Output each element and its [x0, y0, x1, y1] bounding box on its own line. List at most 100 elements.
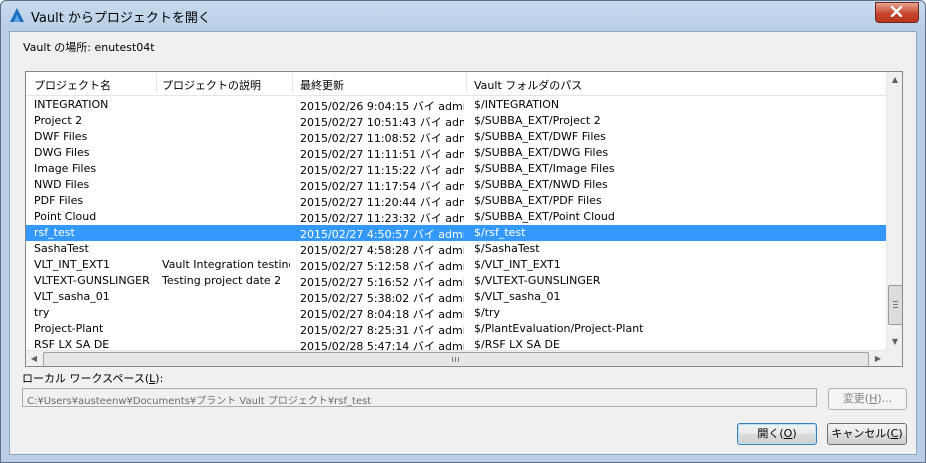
table-row[interactable]: VLTEXT-GUNSLINGER Testing project date 2 2… — [26, 273, 886, 289]
vertical-scrollbar[interactable]: ▲ ▼ — [886, 72, 902, 350]
cell-last-modified: 2015/02/27 4:58:28 バイ admin — [300, 244, 464, 257]
cell-last-modified: 2015/02/27 11:17:54 バイ admin — [300, 180, 464, 193]
cell-vault-path: $/VLT_INT_EXT1 — [474, 258, 561, 271]
column-header-modified[interactable]: 最終更新 — [300, 77, 344, 93]
window-title: Vault からプロジェクトを開く — [31, 11, 211, 26]
cell-vault-path: $/SUBBA_EXT/PDF Files — [474, 194, 602, 207]
cell-vault-path: $/rsf_test — [474, 226, 526, 239]
cell-project-name: Point Cloud — [34, 210, 97, 223]
cell-vault-path: $/SUBBA_EXT/Project 2 — [474, 114, 601, 127]
cancel-button[interactable]: キャンセル(C) — [827, 423, 907, 445]
table-row[interactable]: Point Cloud 2015/02/27 11:23:32 バイ admin $… — [26, 209, 886, 225]
table-row[interactable]: DWG Files 2015/02/27 11:11:51 バイ admin $/S… — [26, 145, 886, 161]
workspace-label-prefix: ローカル ワークスペース( — [22, 372, 150, 385]
cell-last-modified: 2015/02/27 10:51:43 バイ admin — [300, 116, 464, 129]
cell-last-modified: 2015/02/27 11:15:22 バイ admin — [300, 164, 464, 177]
workspace-label-suffix: ): — [155, 372, 164, 385]
cell-last-modified: 2015/02/27 11:08:52 バイ admin — [300, 132, 464, 145]
column-divider[interactable] — [292, 74, 293, 93]
table-row[interactable]: SashaTest 2015/02/27 4:58:28 バイ admin $/Sa… — [26, 241, 886, 257]
scroll-right-arrow-icon[interactable]: ▶ — [870, 351, 886, 366]
cell-project-name: VLTEXT-GUNSLINGER — [34, 274, 150, 287]
scrollbar-corner — [886, 350, 902, 366]
close-icon — [890, 6, 903, 17]
cell-vault-path: $/INTEGRATION — [474, 98, 560, 111]
table-row[interactable]: INTEGRATION 2015/02/26 9:04:15 バイ admin $/… — [26, 97, 886, 113]
cell-vault-path: $/try — [474, 306, 501, 319]
table-row[interactable]: VLT_INT_EXT1 Vault Integration testing 201… — [26, 257, 886, 273]
project-list[interactable]: プロジェクト名 プロジェクトの説明 最終更新 Vault フォルダのパス INT… — [25, 71, 903, 367]
list-header: プロジェクト名 プロジェクトの説明 最終更新 Vault フォルダのパス — [26, 72, 886, 96]
cell-project-name: VLT_INT_EXT1 — [34, 258, 111, 271]
column-header-description[interactable]: プロジェクトの説明 — [162, 77, 261, 93]
dialog-body: Vault の場所: enutest04t プロジェクト名 プロジェクトの説明 … — [9, 31, 917, 455]
cell-vault-path: $/PlantEvaluation/Project-Plant — [474, 322, 644, 335]
cell-last-modified: 2015/02/27 4:50:57 バイ admin — [300, 228, 464, 241]
table-row[interactable]: VLT_sasha_01 2015/02/27 5:38:02 バイ admin $… — [26, 289, 886, 305]
vertical-scroll-thumb[interactable] — [888, 285, 902, 325]
cell-project-description: Testing project date 2 — [162, 274, 282, 287]
table-row[interactable]: rsf_test 2015/02/27 4:50:57 バイ admin $/rsf… — [26, 225, 886, 241]
cell-project-name: INTEGRATION — [34, 98, 109, 111]
change-button-prefix: 変更( — [842, 392, 870, 405]
cell-last-modified: 2015/02/27 5:16:52 バイ admin — [300, 276, 464, 289]
cell-project-name: PDF Files — [34, 194, 84, 207]
cell-project-name: Project-Plant — [34, 322, 104, 335]
close-button[interactable] — [875, 2, 919, 23]
dialog-window: Vault からプロジェクトを開く Vault の場所: enutest04t … — [0, 0, 926, 463]
cell-vault-path: $/SUBBA_EXT/DWF Files — [474, 130, 606, 143]
open-button-prefix: 開く( — [757, 427, 784, 440]
scroll-left-arrow-icon[interactable]: ◀ — [26, 351, 42, 366]
column-divider[interactable] — [466, 74, 467, 93]
column-header-path[interactable]: Vault フォルダのパス — [474, 77, 582, 93]
cell-project-name: DWG Files — [34, 146, 90, 159]
table-row[interactable]: NWD Files 2015/02/27 11:17:54 バイ admin $/S… — [26, 177, 886, 193]
cell-last-modified: 2015/02/27 11:20:44 バイ admin — [300, 196, 464, 209]
cell-last-modified: 2015/02/27 11:11:51 バイ admin — [300, 148, 464, 161]
cell-project-name: Project 2 — [34, 114, 83, 127]
cell-project-name: try — [34, 306, 50, 319]
cell-vault-path: $/VLTEXT-GUNSLINGER — [474, 274, 601, 287]
column-divider[interactable] — [156, 74, 157, 93]
cell-last-modified: 2015/02/27 5:12:58 バイ admin — [300, 260, 464, 273]
autodesk-vault-icon — [9, 7, 25, 23]
cell-vault-path: $/SUBBA_EXT/NWD Files — [474, 178, 608, 191]
cancel-button-suffix: ) — [898, 427, 903, 440]
workspace-path-field[interactable]: C:¥Users¥austeenw¥Documents¥プラント Vault プ… — [22, 388, 817, 407]
scroll-down-arrow-icon[interactable]: ▼ — [887, 334, 902, 350]
cell-project-name: SashaTest — [34, 242, 89, 255]
table-row[interactable]: Project-Plant 2015/02/27 8:25:31 バイ admin… — [26, 321, 886, 337]
cell-project-name: VLT_sasha_01 — [34, 290, 110, 303]
cell-project-name: rsf_test — [34, 226, 75, 239]
vault-location-label: Vault の場所: enutest04t — [23, 41, 155, 54]
change-button-suffix: )... — [877, 392, 893, 405]
cell-vault-path: $/VLT_sasha_01 — [474, 290, 561, 303]
cell-last-modified: 2015/02/27 8:25:31 バイ admin — [300, 324, 464, 337]
title-bar[interactable]: Vault からプロジェクトを開く — [1, 1, 925, 31]
horizontal-scrollbar[interactable]: ◀ ▶ — [26, 350, 886, 366]
horizontal-scroll-thumb[interactable] — [43, 352, 869, 366]
workspace-label: ローカル ワークスペース(L): — [22, 370, 163, 386]
cell-project-name: Image Files — [34, 162, 97, 175]
scroll-up-arrow-icon[interactable]: ▲ — [887, 72, 902, 88]
cell-project-name: DWF Files — [34, 130, 88, 143]
cell-vault-path: $/SUBBA_EXT/Image Files — [474, 162, 615, 175]
open-button-suffix: ) — [792, 427, 797, 440]
cell-vault-path: $/SUBBA_EXT/DWG Files — [474, 146, 609, 159]
table-row[interactable]: PDF Files 2015/02/27 11:20:44 バイ admin $/S… — [26, 193, 886, 209]
cell-vault-path: $/SUBBA_EXT/Point Cloud — [474, 210, 615, 223]
cell-project-description: Vault Integration testing — [162, 258, 290, 271]
cell-vault-path: $/SashaTest — [474, 242, 540, 255]
table-row[interactable]: Image Files 2015/02/27 11:15:22 バイ admin $… — [26, 161, 886, 177]
change-button[interactable]: 変更(H)... — [828, 388, 907, 410]
cell-last-modified: 2015/02/27 5:38:02 バイ admin — [300, 292, 464, 305]
open-button[interactable]: 開く(O) — [737, 423, 817, 445]
table-row[interactable]: try 2015/02/27 8:04:18 バイ admin $/try — [26, 305, 886, 321]
cell-last-modified: 2015/02/27 8:04:18 バイ admin — [300, 308, 464, 321]
cancel-button-prefix: キャンセル( — [831, 427, 891, 440]
table-row[interactable]: DWF Files 2015/02/27 11:08:52 バイ admin $/S… — [26, 129, 886, 145]
cell-project-name: NWD Files — [34, 178, 90, 191]
cell-last-modified: 2015/02/27 11:23:32 バイ admin — [300, 212, 464, 225]
column-header-name[interactable]: プロジェクト名 — [34, 77, 111, 93]
table-row[interactable]: Project 2 2015/02/27 10:51:43 バイ admin $/S… — [26, 113, 886, 129]
